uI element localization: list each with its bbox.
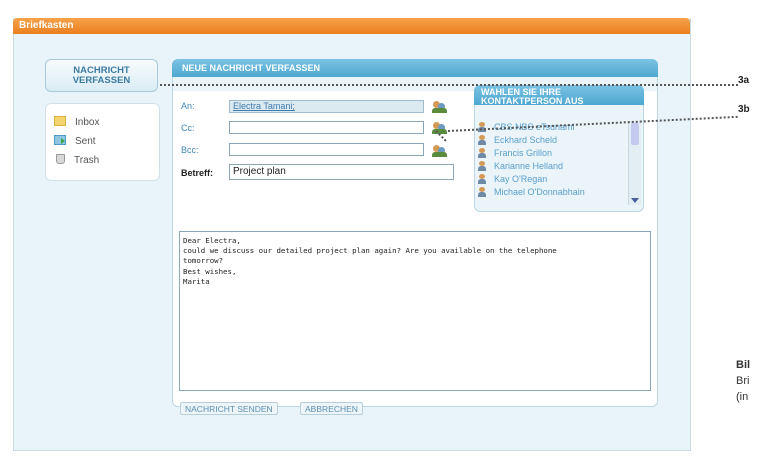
callout-line-3a (160, 84, 738, 86)
address-book-icon[interactable] (432, 121, 448, 134)
compose-button[interactable]: NACHRICHT VERFASSEN (45, 59, 158, 92)
message-body[interactable]: Dear Electra, could we discuss our detai… (179, 231, 651, 391)
contact-name: Michael O'Donnabhain (494, 187, 585, 197)
compose-button-label: NACHRICHT VERFASSEN (72, 65, 131, 86)
cancel-button[interactable]: ABBRECHEN (300, 402, 363, 415)
contact-item[interactable]: Eckhard Scheld (478, 134, 628, 147)
contact-item[interactable]: Kay O'Regan (478, 173, 628, 186)
person-icon (478, 122, 486, 132)
contacts-title: WAHLEN SIE IHRE KONTAKTPERSON AUS (481, 87, 584, 106)
person-icon (478, 174, 486, 184)
contact-item[interactable]: Michael O'Donnabhain (478, 186, 628, 199)
contacts-header: WAHLEN SIE IHRE KONTAKTPERSON AUS (474, 85, 644, 105)
cc-label: Cc: (181, 123, 195, 133)
callout-3a: 3a (738, 75, 750, 86)
inbox-icon (54, 116, 66, 126)
cc-field[interactable] (229, 121, 424, 134)
folder-trash[interactable]: Trash (54, 154, 99, 168)
contact-name: Eckhard Scheld (494, 135, 558, 145)
to-field[interactable]: Electra Tamani; (229, 100, 424, 113)
person-icon (478, 187, 486, 197)
person-icon (478, 135, 486, 145)
person-icon (478, 161, 486, 171)
contact-item[interactable]: Karianne Helland (478, 160, 628, 173)
folder-inbox[interactable]: Inbox (54, 116, 99, 130)
sent-icon (54, 135, 66, 145)
compose-header: NEUE NACHRICHT VERFASSEN (172, 59, 658, 77)
caption-title: Bil (736, 359, 751, 371)
contact-list: CBS NBS eTsunami Eckhard Scheld Francis … (478, 121, 628, 205)
scroll-down-icon[interactable] (631, 198, 639, 203)
bcc-field[interactable] (229, 143, 424, 156)
bcc-label: Bcc: (181, 145, 199, 155)
folder-label: Trash (74, 155, 100, 166)
caption-line: (in (736, 391, 749, 403)
address-book-icon[interactable] (432, 144, 448, 157)
person-icon (478, 148, 486, 158)
scrollbar-thumb[interactable] (631, 123, 639, 145)
contact-name: Karianne Helland (494, 161, 564, 171)
address-book-icon[interactable] (432, 100, 448, 113)
contacts-scrollbar[interactable] (628, 121, 641, 205)
window-title: Briefkasten (19, 20, 74, 31)
contact-name: Francis Grillon (494, 148, 553, 158)
send-button[interactable]: NACHRICHT SENDEN (180, 402, 278, 415)
subject-label: Betreff: (181, 168, 214, 178)
contact-name: Kay O'Regan (494, 174, 548, 184)
contact-item[interactable]: Francis Grillon (478, 147, 628, 160)
caption-line: Bri (736, 375, 750, 387)
callout-3b: 3b (738, 104, 750, 115)
folder-label: Sent (75, 136, 96, 147)
compose-title: NEUE NACHRICHT VERFASSEN (182, 63, 321, 73)
folder-sent[interactable]: Sent (54, 135, 96, 149)
trash-icon (56, 154, 65, 164)
subject-field[interactable]: Project plan (229, 164, 454, 180)
folder-list: Inbox Sent Trash (45, 103, 160, 181)
folder-label: Inbox (75, 117, 100, 128)
to-label: An: (181, 101, 195, 111)
title-bar: Briefkasten (13, 18, 690, 34)
